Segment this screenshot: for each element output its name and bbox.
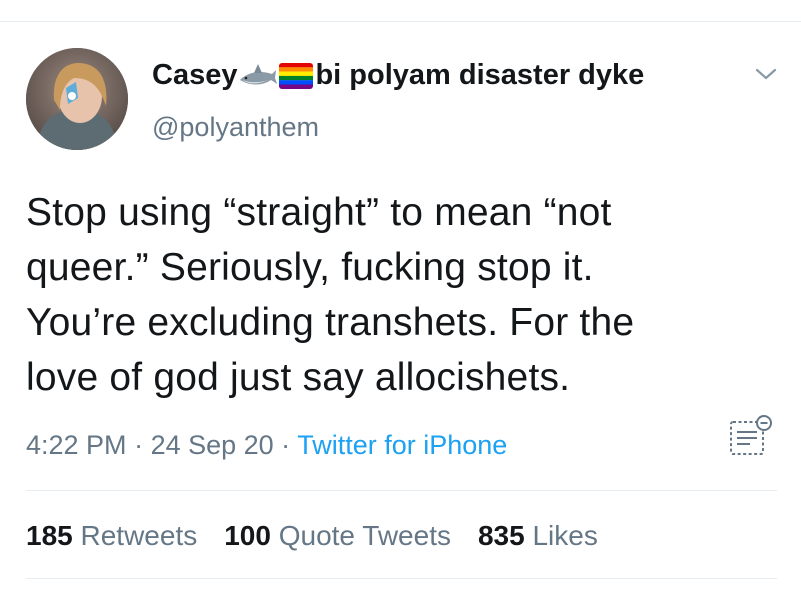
chevron-down-icon[interactable] <box>754 66 778 82</box>
likes-label: Likes <box>532 520 598 551</box>
quote-tweets-count: 100 <box>224 520 271 551</box>
shark-icon <box>238 62 278 90</box>
tweet-text: Stop using “straight” to mean “not queer… <box>26 191 635 399</box>
likes-stat[interactable]: 835 Likes <box>478 520 598 552</box>
retweets-stat[interactable]: 185 Retweets <box>26 520 197 552</box>
avatar[interactable] <box>26 48 128 150</box>
likes-count: 835 <box>477 520 525 551</box>
tweet-time[interactable]: 4:22 PM <box>26 430 127 460</box>
quote-tweets-label: Quote Tweets <box>278 520 451 551</box>
tweet-source-link[interactable]: Twitter for iPhone <box>297 430 507 460</box>
stats-divider <box>26 578 777 579</box>
retweets-label: Retweets <box>80 520 198 551</box>
engagement-stats: 185 Retweets 100 Quote Tweets 835 Likes <box>26 520 625 552</box>
meta-separator: · <box>126 430 151 460</box>
top-divider <box>0 21 801 22</box>
tweet-meta: 4:22 PM · 24 Sep 20 · Twitter for iPhone <box>26 430 507 461</box>
display-name-start: Casey <box>152 59 238 91</box>
meta-separator: · <box>273 430 298 460</box>
rainbow-flag-icon <box>279 62 314 89</box>
analytics-icon[interactable] <box>728 414 774 458</box>
quote-tweets-stat[interactable]: 100 Quote Tweets <box>224 520 451 552</box>
display-name-end: bi polyam disaster dyke <box>315 59 645 91</box>
tweet-date[interactable]: 24 Sep 20 <box>151 430 274 460</box>
meta-divider <box>26 490 777 491</box>
retweets-count: 185 <box>26 520 73 551</box>
user-handle[interactable]: @polyanthem <box>152 112 319 143</box>
display-name[interactable]: Casey bi polyam disaster dyke <box>152 59 644 92</box>
